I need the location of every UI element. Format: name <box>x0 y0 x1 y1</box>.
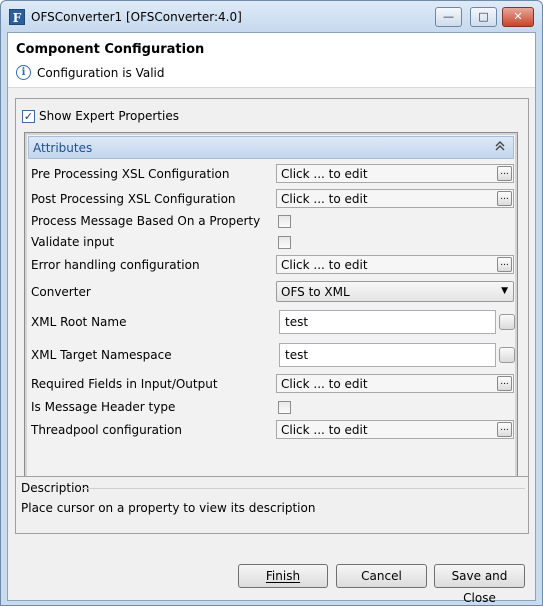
xml-root-name-input[interactable] <box>279 310 496 334</box>
description-text: Place cursor on a property to view its d… <box>21 501 316 515</box>
property-row-xml-target-namespace: XML Target Namespace <box>28 339 515 371</box>
maximize-icon[interactable]: □ <box>470 7 497 27</box>
edit-placeholder: Click ... to edit <box>281 377 368 391</box>
threadpool-field[interactable]: Click ... to edit ... <box>276 420 514 439</box>
finish-button[interactable]: Finish <box>238 564 328 588</box>
property-row-process-message: Process Message Based On a Property <box>28 211 514 231</box>
property-label: Validate input <box>31 235 115 249</box>
title-bar[interactable]: F OFSConverter1 [OFSConverter:4.0] — □ ✕ <box>1 1 542 32</box>
save-and-close-button[interactable]: Save and Close <box>434 564 525 605</box>
dialog-window: F OFSConverter1 [OFSConverter:4.0] — □ ✕… <box>0 0 543 606</box>
config-header: Component Configuration i Configuration … <box>8 33 535 88</box>
page-title: Component Configuration <box>16 42 205 57</box>
xml-target-namespace-input[interactable] <box>279 343 496 367</box>
property-row-converter: Converter OFS to XML ▼ <box>28 279 514 305</box>
select-value: OFS to XML <box>281 285 350 299</box>
chevron-down-icon: ▼ <box>501 286 508 296</box>
property-label: Process Message Based On a Property <box>31 214 261 228</box>
finish-label: Finish <box>265 569 301 583</box>
show-expert-checkbox[interactable]: ✓ <box>22 110 35 123</box>
property-label: Threadpool configuration <box>31 423 183 437</box>
attributes-title: Attributes <box>33 141 93 155</box>
ellipsis-button[interactable]: ... <box>497 376 512 391</box>
divider <box>82 488 525 489</box>
property-label: Required Fields in Input/Output <box>31 377 218 391</box>
window-title: OFSConverter1 [OFSConverter:4.0] <box>31 10 242 24</box>
show-expert-label[interactable]: Show Expert Properties <box>39 109 179 123</box>
property-label: XML Target Namespace <box>31 348 172 362</box>
property-row-post-processing-xsl: Post Processing XSL Configuration Click … <box>28 188 514 210</box>
validate-input-checkbox[interactable] <box>278 236 291 249</box>
converter-select[interactable]: OFS to XML ▼ <box>276 281 514 302</box>
properties-panel: ✓ Show Expert Properties Attributes Pre … <box>15 98 529 500</box>
ellipsis-button[interactable]: ... <box>497 166 512 181</box>
edit-placeholder: Click ... to edit <box>281 423 368 437</box>
xml-root-name-button[interactable] <box>499 314 515 330</box>
cancel-button[interactable]: Cancel <box>336 564 427 588</box>
app-logo-icon: F <box>9 9 25 25</box>
property-label: Pre Processing XSL Configuration <box>31 167 230 181</box>
property-row-validate-input: Validate input <box>28 232 514 252</box>
attributes-header[interactable]: Attributes <box>28 136 514 159</box>
message-header-type-checkbox[interactable] <box>278 401 291 414</box>
close-icon[interactable]: ✕ <box>502 7 534 27</box>
property-label: Is Message Header type <box>31 400 176 414</box>
edit-placeholder: Click ... to edit <box>281 167 368 181</box>
minimize-icon[interactable]: — <box>435 7 462 27</box>
post-processing-xsl-field[interactable]: Click ... to edit ... <box>276 189 514 208</box>
edit-placeholder: Click ... to edit <box>281 192 368 206</box>
property-label: Converter <box>31 285 91 299</box>
property-row-error-handling: Error handling configuration Click ... t… <box>28 254 514 276</box>
property-label: Error handling configuration <box>31 258 200 272</box>
property-row-threadpool: Threadpool configuration Click ... to ed… <box>28 419 514 441</box>
validation-status: Configuration is Valid <box>37 66 165 80</box>
property-label: XML Root Name <box>31 315 127 329</box>
property-row-xml-root-name: XML Root Name <box>28 306 515 338</box>
description-title: Description <box>21 481 90 495</box>
pre-processing-xsl-field[interactable]: Click ... to edit ... <box>276 164 514 183</box>
xml-target-namespace-button[interactable] <box>499 347 515 363</box>
xml-root-name-field[interactable] <box>280 311 495 333</box>
dialog-client-area: Component Configuration i Configuration … <box>7 32 536 605</box>
required-fields-field[interactable]: Click ... to edit ... <box>276 374 514 393</box>
info-icon: i <box>16 65 31 80</box>
ellipsis-button[interactable]: ... <box>497 191 512 206</box>
process-message-checkbox[interactable] <box>278 215 291 228</box>
error-handling-field[interactable]: Click ... to edit ... <box>276 255 514 274</box>
property-row-pre-processing-xsl: Pre Processing XSL Configuration Click .… <box>28 163 514 185</box>
property-label: Post Processing XSL Configuration <box>31 192 236 206</box>
ellipsis-button[interactable]: ... <box>497 257 512 272</box>
description-panel: Description Place cursor on a property t… <box>15 476 529 534</box>
attributes-section: Attributes Pre Processing XSL Configurat… <box>24 132 518 496</box>
edit-placeholder: Click ... to edit <box>281 258 368 272</box>
property-row-required-fields: Required Fields in Input/Output Click ..… <box>28 373 514 395</box>
collapse-up-icon[interactable] <box>493 140 507 154</box>
ellipsis-button[interactable]: ... <box>497 422 512 437</box>
property-row-message-header-type: Is Message Header type <box>28 397 514 417</box>
xml-target-namespace-field[interactable] <box>280 344 495 366</box>
